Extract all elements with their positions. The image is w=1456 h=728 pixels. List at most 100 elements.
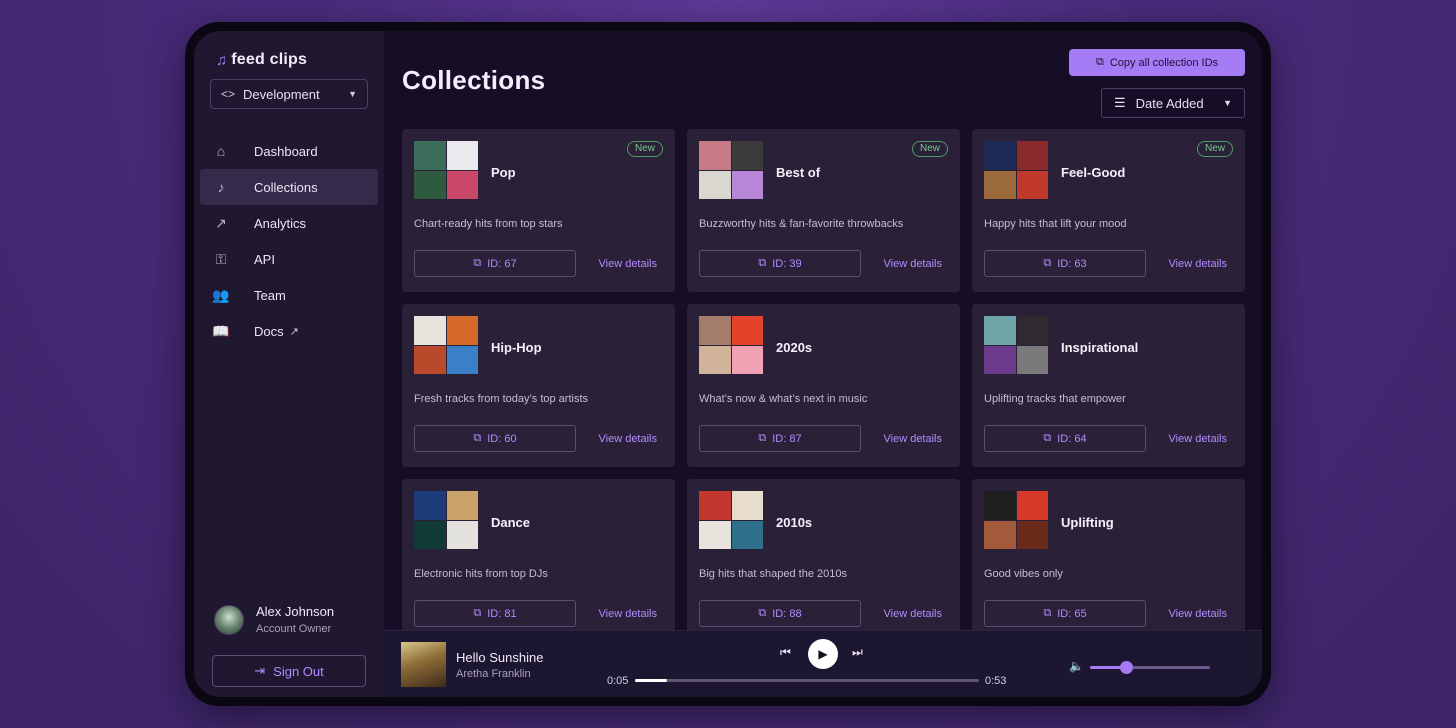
sidebar-item-dashboard[interactable]: ⌂ Dashboard xyxy=(200,133,378,169)
album-thumbnail xyxy=(1016,345,1048,374)
progress-fill xyxy=(635,679,668,682)
collection-description: Chart-ready hits from top stars xyxy=(414,218,563,230)
sort-select[interactable]: ☰ Date Added ▼ xyxy=(1101,88,1245,118)
album-thumbnail xyxy=(699,345,731,374)
sidebar-item-analytics[interactable]: ↗ Analytics xyxy=(200,205,378,241)
album-thumbnail xyxy=(984,170,1016,199)
collection-card: Feel-Good New Happy hits that lift your mo… xyxy=(972,129,1245,292)
previous-track-icon[interactable]: ⏮ xyxy=(780,645,791,660)
album-thumbnail xyxy=(446,141,478,170)
volume-knob[interactable] xyxy=(1120,661,1133,674)
volume-icon[interactable]: 🔈 xyxy=(1069,659,1084,673)
copy-icon: ⧉ xyxy=(758,257,767,269)
user-profile[interactable]: Alex Johnson Account Owner xyxy=(214,604,334,635)
external-link-icon: ↗ xyxy=(289,325,299,338)
copy-id-button[interactable]: ⧉ ID: 87 xyxy=(699,425,861,452)
collection-cover xyxy=(984,316,1048,374)
copy-id-button[interactable]: ⧉ ID: 60 xyxy=(414,425,576,452)
next-track-icon[interactable]: ⏭ xyxy=(852,645,863,660)
copy-id-button[interactable]: ⧉ ID: 88 xyxy=(699,600,861,627)
copy-icon: ⧉ xyxy=(473,257,482,269)
album-thumbnail xyxy=(984,141,1016,170)
album-thumbnail xyxy=(446,345,478,374)
sort-icon: ☰ xyxy=(1114,95,1126,110)
new-badge: New xyxy=(626,141,663,157)
view-details-link[interactable]: View details xyxy=(1169,608,1228,620)
copy-icon: ⧉ xyxy=(1043,432,1052,444)
collection-id: ID: 64 xyxy=(1057,432,1087,445)
collection-cover xyxy=(414,316,478,374)
view-details-link[interactable]: View details xyxy=(884,433,943,445)
music-note-icon: ♪ xyxy=(217,179,225,195)
view-details-link[interactable]: View details xyxy=(599,433,658,445)
view-details-link[interactable]: View details xyxy=(884,258,943,270)
main-content: Collections ⧉ Copy all collection IDs ☰ … xyxy=(384,31,1262,697)
sidebar-item-api[interactable]: ⚿ API xyxy=(200,241,378,277)
collection-description: Electronic hits from top DJs xyxy=(414,568,548,580)
sidebar-item-label: Dashboard xyxy=(254,143,318,159)
copy-icon: ⧉ xyxy=(758,607,767,619)
collection-title: 2010s xyxy=(776,515,813,530)
collection-description: What’s now & what’s next in music xyxy=(699,393,868,405)
copy-id-button[interactable]: ⧉ ID: 81 xyxy=(414,600,576,627)
copy-icon: ⧉ xyxy=(473,432,482,444)
album-thumbnail xyxy=(731,170,763,199)
sidebar-item-label: Analytics xyxy=(254,215,307,231)
environment-value: Development xyxy=(243,86,320,102)
chevron-down-icon: ▼ xyxy=(1223,98,1232,108)
copy-all-ids-button[interactable]: ⧉ Copy all collection IDs xyxy=(1069,49,1245,76)
view-details-link[interactable]: View details xyxy=(1169,433,1228,445)
album-thumbnail xyxy=(414,520,446,549)
collections-grid: Pop New Chart-ready hits from top stars ⧉ ID… xyxy=(402,129,1246,642)
copy-id-button[interactable]: ⧉ ID: 63 xyxy=(984,250,1146,277)
album-thumbnail xyxy=(984,316,1016,345)
analytics-icon: ↗ xyxy=(215,214,227,231)
collection-id: ID: 63 xyxy=(1057,257,1087,270)
play-icon: ▶ xyxy=(818,647,828,661)
album-thumbnail xyxy=(1016,170,1048,199)
sign-out-button[interactable]: ⇥ Sign Out xyxy=(212,655,366,687)
album-thumbnail xyxy=(699,170,731,199)
view-details-link[interactable]: View details xyxy=(1169,258,1228,270)
collection-id: ID: 87 xyxy=(772,432,802,445)
progress-bar[interactable] xyxy=(635,679,979,682)
user-role: Account Owner xyxy=(256,623,332,635)
new-badge: New xyxy=(911,141,948,157)
collection-cover xyxy=(699,316,763,374)
collection-cover xyxy=(699,491,763,549)
album-thumbnail xyxy=(414,170,446,199)
album-thumbnail xyxy=(414,345,446,374)
brand[interactable]: ♫ feed clips xyxy=(200,51,378,69)
view-details-link[interactable]: View details xyxy=(599,258,658,270)
album-thumbnail xyxy=(1016,141,1048,170)
collection-cover xyxy=(414,491,478,549)
collection-title: Pop xyxy=(491,165,516,180)
copy-id-button[interactable]: ⧉ ID: 39 xyxy=(699,250,861,277)
sidebar-item-team[interactable]: 👥 Team xyxy=(200,277,378,313)
collection-title: Dance xyxy=(491,515,531,530)
collection-id: ID: 39 xyxy=(772,257,802,270)
view-details-link[interactable]: View details xyxy=(599,608,658,620)
album-thumbnail xyxy=(1016,520,1048,549)
album-thumbnail xyxy=(699,520,731,549)
sidebar-item-label: API xyxy=(254,251,275,267)
copy-id-button[interactable]: ⧉ ID: 64 xyxy=(984,425,1146,452)
sidebar-item-collections[interactable]: ♪ Collections xyxy=(200,169,378,205)
collection-card: 2010s Big hits that shaped the 2010s ⧉ ID: … xyxy=(687,479,960,642)
view-details-link[interactable]: View details xyxy=(884,608,943,620)
volume-slider[interactable] xyxy=(1090,661,1210,674)
sign-out-label: Sign Out xyxy=(273,663,324,679)
collection-id: ID: 60 xyxy=(487,432,517,445)
copy-id-button[interactable]: ⧉ ID: 67 xyxy=(414,250,576,277)
environment-select[interactable]: <> Development ▼ xyxy=(210,79,368,109)
collection-title: Feel-Good xyxy=(1061,165,1126,180)
play-button[interactable]: ▶ xyxy=(808,639,838,669)
audio-player: Hello Sunshine Aretha Franklin ⏮ ▶ ⏭ 0:0… xyxy=(384,630,1262,697)
book-icon: 📖 xyxy=(212,322,230,339)
sidebar-item-docs[interactable]: 📖 Docs ↗ xyxy=(200,313,378,349)
collection-cover xyxy=(984,141,1048,199)
user-name: Alex Johnson xyxy=(256,604,335,619)
new-badge: New xyxy=(1196,141,1233,157)
code-icon: <> xyxy=(221,87,236,101)
copy-id-button[interactable]: ⧉ ID: 65 xyxy=(984,600,1146,627)
